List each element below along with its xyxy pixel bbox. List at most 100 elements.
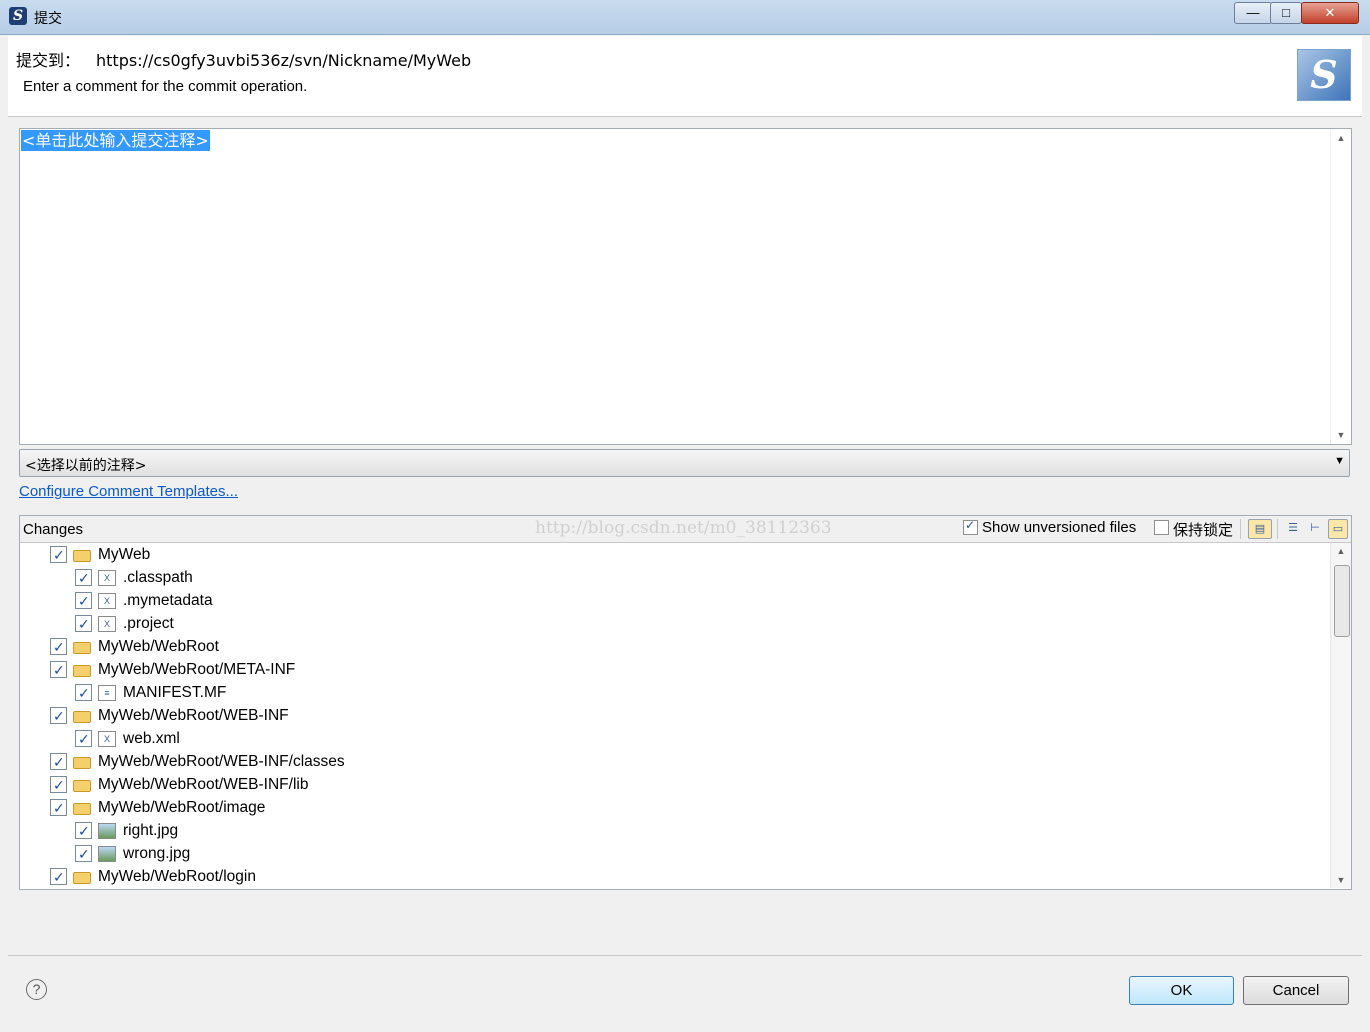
footer-separator <box>8 955 1362 956</box>
project-folder-icon <box>73 550 91 562</box>
title-bar: S 提交 — □ ✕ <box>0 0 1370 35</box>
text-file-icon: ≡ <box>98 685 116 701</box>
row-checkbox[interactable] <box>75 682 92 705</box>
xml-file-icon: X <box>98 570 116 586</box>
changes-label: Changes <box>23 521 84 538</box>
changes-toolbar: Changes http://blog.csdn.net/m0_38112363… <box>20 516 1351 543</box>
row-label: .mymetadata <box>123 592 213 609</box>
row-checkbox[interactable] <box>75 590 92 613</box>
cancel-button[interactable]: Cancel <box>1243 976 1349 1005</box>
row-label: MyWeb <box>98 546 151 563</box>
commit-to-label: 提交到： <box>16 51 81 70</box>
comment-placeholder[interactable]: <单击此处输入提交注释> <box>21 130 210 151</box>
tree-row[interactable]: MyWeb/WebRoot/META-INF <box>20 658 1320 682</box>
changes-panel: Changes http://blog.csdn.net/m0_38112363… <box>19 515 1352 890</box>
image-file-icon <box>98 846 116 862</box>
row-label: MyWeb/WebRoot/WEB-INF/classes <box>98 753 345 770</box>
previous-comments-value: <选择以前的注释> <box>25 458 147 474</box>
tree-row[interactable]: MyWeb/WebRoot/image <box>20 796 1320 820</box>
row-label: MyWeb/WebRoot <box>98 638 219 655</box>
tree-view-icon[interactable]: ⊢ <box>1306 519 1324 537</box>
flat-list-icon[interactable]: ☰ <box>1284 519 1302 537</box>
keep-locks-checkbox[interactable] <box>1154 520 1169 535</box>
tree-row[interactable]: MyWeb/WebRoot/login <box>20 865 1320 888</box>
row-label: MANIFEST.MF <box>123 684 227 701</box>
toolbar-separator <box>1240 519 1241 539</box>
row-checkbox[interactable] <box>75 613 92 636</box>
row-checkbox[interactable] <box>50 866 67 888</box>
watermark: http://blog.csdn.net/m0_38112363 <box>535 518 832 538</box>
row-checkbox[interactable] <box>50 797 67 820</box>
tree-row[interactable]: MyWeb <box>20 543 1320 567</box>
scroll-down-icon[interactable]: ▼ <box>1331 875 1351 885</box>
row-checkbox[interactable] <box>50 705 67 728</box>
tree-row[interactable]: Xweb.xml <box>20 727 1320 751</box>
tree-row[interactable]: X .mymetadata <box>20 589 1320 613</box>
tree-row[interactable]: MyWeb/WebRoot/WEB-INF/lib <box>20 773 1320 797</box>
comment-textarea[interactable]: <单击此处输入提交注释> ▲ ▼ <box>19 128 1352 445</box>
show-unversioned-checkbox[interactable] <box>963 518 978 535</box>
row-label: .classpath <box>123 569 193 586</box>
minimize-button[interactable]: — <box>1234 2 1272 24</box>
row-checkbox[interactable] <box>50 659 67 682</box>
tree-row[interactable]: X .project <box>20 612 1320 636</box>
row-label: MyWeb/WebRoot/image <box>98 799 266 816</box>
row-checkbox[interactable] <box>50 774 67 797</box>
xml-file-icon: X <box>98 731 116 747</box>
row-label: web.xml <box>123 730 180 747</box>
dialog-header: 提交到： https://cs0gfy3uvbi536z/svn/Nickname… <box>8 36 1362 117</box>
comment-scrollbar[interactable]: ▲ ▼ <box>1330 129 1351 444</box>
row-label: right.jpg <box>123 822 179 839</box>
commit-to-line: 提交到： https://cs0gfy3uvbi536z/svn/Nickname… <box>16 47 471 71</box>
scroll-up-icon[interactable]: ▲ <box>1331 546 1351 556</box>
row-label: MyWeb/WebRoot/META-INF <box>98 661 296 678</box>
tree-row[interactable]: ≡ MANIFEST.MF <box>20 681 1320 705</box>
scroll-down-icon[interactable]: ▼ <box>1331 430 1351 440</box>
ok-button[interactable]: OK <box>1129 976 1234 1005</box>
changes-scrollbar[interactable]: ▲ ▼ <box>1330 543 1351 888</box>
help-icon[interactable]: ? <box>26 979 47 1000</box>
row-checkbox[interactable] <box>75 843 92 866</box>
folder-icon <box>73 780 91 792</box>
maximize-button[interactable]: □ <box>1270 2 1302 24</box>
folder-icon <box>73 642 91 654</box>
compressed-folders-icon[interactable]: ▭ <box>1328 519 1348 539</box>
compare-icon[interactable]: ▤ <box>1248 519 1272 539</box>
configure-templates-link[interactable]: Configure Comment Templates... <box>19 483 238 500</box>
row-label: .project <box>123 615 174 632</box>
close-button[interactable]: ✕ <box>1301 2 1359 24</box>
row-checkbox[interactable] <box>75 820 92 843</box>
row-checkbox[interactable] <box>50 636 67 659</box>
row-label: MyWeb/WebRoot/WEB-INF/lib <box>98 776 309 793</box>
row-checkbox[interactable] <box>50 751 67 774</box>
row-checkbox[interactable] <box>75 728 92 751</box>
changes-tree[interactable]: MyWeb X .classpath X .mymetadata X .project MyW… <box>20 543 1330 888</box>
chevron-down-icon[interactable]: ▼ <box>1334 455 1345 467</box>
row-label: wrong.jpg <box>123 845 191 862</box>
tree-row[interactable]: right.jpg <box>20 819 1320 843</box>
toolbar-separator <box>1277 519 1278 539</box>
tree-row[interactable]: X .classpath <box>20 566 1320 590</box>
show-unversioned-label: Show unversioned files <box>982 519 1137 536</box>
tree-row[interactable]: MyWeb/WebRoot/WEB-INF/classes <box>20 750 1320 774</box>
image-file-icon <box>98 823 116 839</box>
dialog-description: Enter a comment for the commit operation… <box>23 78 308 95</box>
row-checkbox[interactable] <box>50 544 67 567</box>
tree-row[interactable]: wrong.jpg <box>20 842 1320 866</box>
row-label: MyWeb/WebRoot/login <box>98 868 256 885</box>
row-label: MyWeb/WebRoot/WEB-INF <box>98 707 289 724</box>
row-checkbox[interactable] <box>75 567 92 590</box>
keep-locks-label: 保持锁定 <box>1173 522 1234 539</box>
commit-to-url: https://cs0gfy3uvbi536z/svn/Nickname/MyW… <box>96 51 472 70</box>
xml-file-icon: X <box>98 593 116 609</box>
scroll-up-icon[interactable]: ▲ <box>1331 133 1351 143</box>
folder-icon <box>73 757 91 769</box>
previous-comments-select[interactable]: <选择以前的注释> ▼ <box>19 449 1350 477</box>
xml-file-icon: X <box>98 616 116 632</box>
scroll-thumb[interactable] <box>1334 565 1350 637</box>
folder-icon <box>73 803 91 815</box>
tree-row[interactable]: MyWeb/WebRoot/WEB-INF <box>20 704 1320 728</box>
folder-icon <box>73 665 91 677</box>
svn-icon: S <box>9 7 27 25</box>
tree-row[interactable]: MyWeb/WebRoot <box>20 635 1320 659</box>
